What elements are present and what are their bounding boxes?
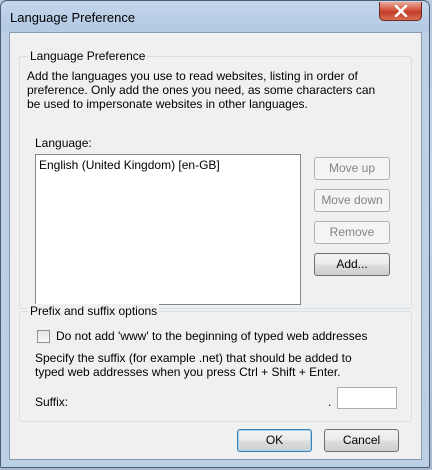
language-group-label: Language Preference [28,49,148,63]
ok-button[interactable]: OK [237,429,312,452]
suffix-input[interactable] [337,387,397,409]
description-line: be used to impersonate websites in other… [27,97,308,111]
description-line: preference. Only add the ones you need, … [27,83,376,97]
language-list-label: Language: [35,136,92,150]
language-preference-dialog: Language Preference Language Preference … [0,0,430,468]
title-bar[interactable]: Language Preference [1,1,429,32]
cancel-button[interactable]: Cancel [324,429,399,452]
window-title: Language Preference [10,10,136,25]
suffix-label: Suffix: [35,395,69,409]
add-button[interactable]: Add... [314,253,390,276]
suffix-description-line: typed web addresses when you press Ctrl … [35,365,341,379]
suffix-dot: . [328,395,332,409]
move-down-button[interactable]: Move down [314,189,390,212]
suffix-description: Specify the suffix (for example .net) th… [35,351,352,379]
move-up-button[interactable]: Move up [314,157,390,180]
no-www-checkbox-label[interactable]: Do not add 'www' to the beginning of typ… [56,329,367,343]
dialog-body: Language Preference Add the languages yo… [9,32,422,460]
remove-button[interactable]: Remove [314,221,390,244]
close-icon [394,5,408,17]
suffix-description-line: Specify the suffix (for example .net) th… [35,351,352,365]
prefix-group-label: Prefix and suffix options [28,304,160,318]
list-item[interactable]: English (United Kingdom) [en-GB] [39,158,220,172]
description-line: Add the languages you use to read websit… [27,69,358,83]
no-www-checkbox[interactable] [37,330,50,343]
close-button[interactable] [379,2,422,21]
language-listbox[interactable]: English (United Kingdom) [en-GB] [35,154,301,305]
language-description: Add the languages you use to read websit… [27,69,375,111]
